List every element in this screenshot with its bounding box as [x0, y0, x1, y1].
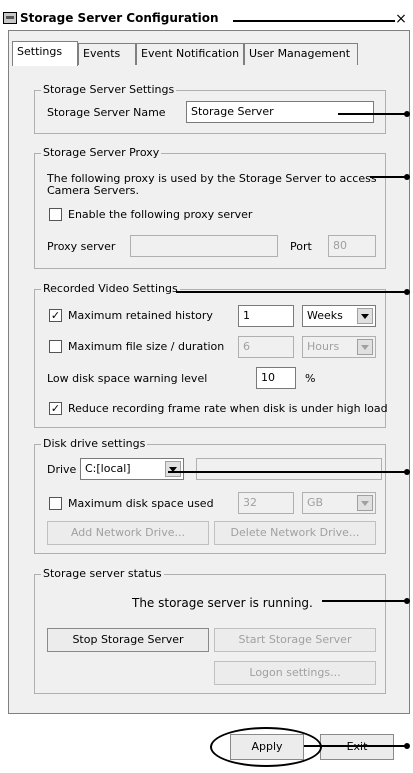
apply-highlight-oval — [210, 727, 322, 767]
status-message: The storage server is running. — [132, 596, 313, 610]
reduce-framerate-checkbox[interactable]: ✓ — [49, 402, 62, 415]
max-history-input[interactable]: 1 — [238, 305, 294, 327]
drive-label: Drive — [47, 463, 77, 476]
max-disk-input[interactable]: 32 — [238, 492, 294, 514]
max-disk-checkbox[interactable] — [49, 497, 62, 510]
max-filesize-checkbox[interactable] — [49, 340, 62, 353]
start-server-button[interactable]: Start Storage Server — [214, 628, 376, 652]
port-label: Port — [290, 240, 312, 253]
close-icon[interactable]: × — [394, 12, 408, 26]
chevron-down-icon[interactable] — [357, 495, 373, 511]
proxy-server-input[interactable] — [130, 235, 278, 257]
exit-button[interactable]: Exit — [320, 734, 394, 760]
pointer-line — [233, 20, 395, 22]
logon-settings-button[interactable]: Logon settings... — [214, 661, 376, 685]
disk-unit-value: GB — [307, 496, 324, 509]
stop-server-button[interactable]: Stop Storage Server — [47, 628, 209, 652]
pointer-line — [338, 111, 410, 117]
history-unit-select[interactable]: Weeks — [302, 305, 376, 327]
disk-unit-select[interactable]: GB — [302, 492, 376, 514]
group-legend: Storage Server Settings — [41, 83, 177, 96]
server-name-input[interactable]: Storage Server — [186, 101, 374, 123]
filesize-unit-value: Hours — [307, 340, 340, 353]
proxy-server-label: Proxy server — [47, 240, 116, 253]
pointer-line — [370, 174, 410, 180]
add-network-drive-button[interactable]: Add Network Drive... — [47, 521, 209, 545]
history-unit-value: Weeks — [307, 309, 343, 322]
pointer-line — [168, 469, 410, 475]
drive-path-input[interactable] — [196, 458, 382, 480]
pointer-line — [176, 289, 410, 295]
drive-value: C:[local] — [85, 462, 131, 475]
server-name-label: Storage Server Name — [47, 106, 166, 119]
tab-user-management[interactable]: User Management — [244, 43, 358, 65]
chevron-down-icon[interactable] — [357, 339, 373, 355]
title-bar: Storage Server Configuration × — [0, 0, 413, 32]
tab-event-notification[interactable]: Event Notification — [136, 43, 244, 65]
port-input[interactable]: 80 — [328, 235, 376, 257]
group-legend: Recorded Video Settings — [41, 282, 180, 295]
chevron-down-icon[interactable] — [165, 461, 181, 477]
proxy-description-2: Camera Servers. — [47, 184, 139, 197]
low-disk-unit: % — [305, 372, 316, 385]
max-filesize-input[interactable]: 6 — [238, 336, 294, 358]
drive-select[interactable]: C:[local] — [80, 458, 184, 480]
delete-network-drive-button[interactable]: Delete Network Drive... — [214, 521, 376, 545]
pointer-line — [322, 598, 410, 604]
group-legend: Storage Server Proxy — [41, 146, 162, 159]
pointer-line — [304, 743, 410, 749]
max-history-checkbox[interactable]: ✓ — [49, 309, 62, 322]
enable-proxy-label: Enable the following proxy server — [68, 208, 253, 221]
low-disk-input[interactable]: 10 — [256, 367, 296, 389]
config-window: Storage Server Configuration × Settings … — [0, 0, 413, 771]
reduce-framerate-label: Reduce recording frame rate when disk is… — [68, 402, 388, 415]
max-history-label: Maximum retained history — [68, 309, 213, 322]
enable-proxy-checkbox[interactable] — [49, 208, 62, 221]
tab-events[interactable]: Events — [78, 43, 136, 65]
tab-settings[interactable]: Settings — [12, 41, 78, 66]
max-disk-label: Maximum disk space used — [68, 497, 214, 510]
group-legend: Storage server status — [41, 567, 164, 580]
max-filesize-label: Maximum file size / duration — [68, 340, 225, 353]
low-disk-label: Low disk space warning level — [47, 372, 208, 385]
group-legend: Disk drive settings — [41, 437, 148, 450]
window-title: Storage Server Configuration — [20, 11, 219, 25]
chevron-down-icon[interactable] — [357, 308, 373, 324]
app-icon — [3, 12, 17, 24]
filesize-unit-select[interactable]: Hours — [302, 336, 376, 358]
